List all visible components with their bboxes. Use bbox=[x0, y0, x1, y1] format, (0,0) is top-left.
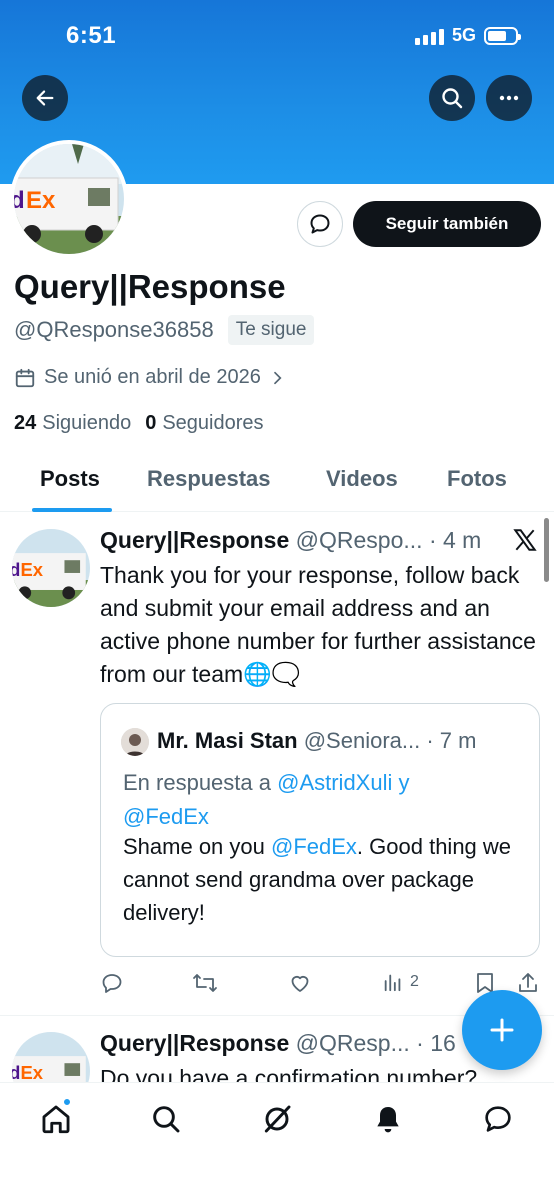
profile-avatar[interactable]: d Ex bbox=[10, 140, 128, 258]
quoted-post[interactable]: Mr. Masi Stan @Seniora... · 7 m En respu… bbox=[100, 703, 540, 957]
status-indicators: 5G bbox=[414, 25, 521, 46]
mention-link[interactable]: @FedEx bbox=[123, 804, 209, 829]
tab-videos[interactable]: Videos bbox=[326, 466, 398, 492]
tab-photos[interactable]: Fotos bbox=[447, 466, 507, 492]
quote-text: Shame on you @FedEx. Good thing we canno… bbox=[123, 830, 523, 929]
repost-icon bbox=[193, 974, 217, 992]
followers-link[interactable]: 0 Seguidores bbox=[145, 412, 263, 435]
views-count: 2 bbox=[410, 973, 419, 990]
post-actions: 2 bbox=[100, 971, 544, 999]
post-header: Query||Response @QResp... · 16 bbox=[100, 1030, 456, 1057]
post-meta: @QResp... · 16 bbox=[295, 1030, 456, 1056]
quote-text-start: Shame on you bbox=[123, 834, 265, 859]
network-label: 5G bbox=[451, 25, 476, 45]
follows-you-badge: Te sigue bbox=[227, 315, 315, 345]
handle-row: @QResponse36858 Te sigue bbox=[14, 315, 315, 345]
scrollbar[interactable] bbox=[544, 518, 549, 582]
followers-count: 0 bbox=[145, 412, 157, 434]
reply-context: En respuesta a @AstridXuli y @FedEx bbox=[123, 766, 523, 834]
joined-label: Se unió en abril de 2026 bbox=[44, 366, 261, 388]
svg-text:d: d bbox=[12, 1062, 20, 1083]
compose-button[interactable] bbox=[462, 990, 542, 1070]
like-button[interactable] bbox=[288, 971, 312, 995]
following-count: 24 bbox=[14, 412, 37, 434]
search-button[interactable] bbox=[429, 75, 475, 121]
avatar-image: d Ex bbox=[14, 144, 124, 254]
notification-dot bbox=[62, 1097, 72, 1107]
reply-prefix: En respuesta a bbox=[123, 770, 271, 795]
tab-replies[interactable]: Respuestas bbox=[147, 466, 271, 492]
battery-icon bbox=[484, 26, 521, 45]
post-author-name[interactable]: Query||Response bbox=[100, 527, 289, 553]
nav-messages[interactable] bbox=[478, 1099, 518, 1139]
status-time: 6:51 bbox=[66, 22, 117, 49]
profile-display-name: Query||Response bbox=[14, 268, 286, 305]
post-header: Query||Response @QRespo... · 4 m bbox=[100, 527, 481, 554]
views-button[interactable]: 2 bbox=[382, 971, 419, 993]
reply-button[interactable] bbox=[100, 971, 124, 995]
nav-notifications[interactable] bbox=[368, 1099, 408, 1139]
active-tab-indicator bbox=[32, 508, 112, 512]
calendar-icon bbox=[15, 368, 35, 387]
bottom-nav bbox=[0, 1082, 554, 1200]
views-icon bbox=[384, 974, 401, 992]
grok-icon bbox=[264, 1105, 291, 1133]
quote-author-name: Mr. Masi Stan bbox=[157, 728, 298, 753]
share-button[interactable] bbox=[516, 971, 540, 995]
quote-avatar bbox=[121, 728, 149, 756]
message-bubble-icon bbox=[310, 214, 330, 234]
post-avatar[interactable]: d Ex bbox=[12, 1032, 90, 1086]
more-button[interactable] bbox=[486, 75, 532, 121]
more-horizontal-icon bbox=[499, 95, 519, 101]
quote-meta: @Seniora... · 7 m bbox=[303, 728, 477, 753]
nav-home[interactable] bbox=[36, 1097, 76, 1139]
post-author-name[interactable]: Query||Response bbox=[100, 1030, 289, 1056]
tab-posts[interactable]: Posts bbox=[40, 466, 100, 492]
nav-grok[interactable] bbox=[257, 1099, 297, 1139]
nav-search[interactable] bbox=[146, 1099, 186, 1139]
post-text: Thank you for your response, follow back… bbox=[100, 562, 536, 687]
reply-icon bbox=[102, 974, 122, 993]
back-button[interactable] bbox=[22, 75, 68, 121]
profile-handle: @QResponse36858 bbox=[14, 317, 214, 342]
svg-text:Ex: Ex bbox=[21, 1062, 44, 1083]
post-meta: @QRespo... · 4 m bbox=[295, 527, 482, 553]
svg-text:Ex: Ex bbox=[21, 559, 44, 580]
post[interactable]: d Ex Query||Response @QRespo... · 4 m Th… bbox=[0, 513, 554, 1016]
profile-tabs: Posts Respuestas Videos Fotos bbox=[0, 452, 554, 512]
mention-link[interactable]: @FedEx bbox=[271, 834, 357, 859]
plus-icon bbox=[490, 1018, 514, 1042]
followers-label: Seguidores bbox=[162, 412, 264, 434]
post-avatar[interactable]: d Ex bbox=[12, 529, 90, 607]
search-icon bbox=[153, 1106, 180, 1133]
svg-text:d: d bbox=[12, 559, 20, 580]
x-logo-icon bbox=[513, 529, 537, 551]
home-icon bbox=[42, 1105, 70, 1134]
repost-button[interactable] bbox=[192, 971, 218, 995]
heart-icon bbox=[291, 975, 309, 992]
share-icon bbox=[519, 973, 537, 992]
reply-and: y bbox=[398, 770, 410, 795]
chevron-right-icon bbox=[274, 371, 282, 384]
bell-icon bbox=[377, 1107, 399, 1133]
mention-link[interactable]: @AstridXuli bbox=[277, 770, 392, 795]
avatar-image bbox=[121, 728, 149, 756]
messages-icon bbox=[485, 1106, 511, 1132]
search-icon bbox=[442, 88, 463, 109]
message-button[interactable] bbox=[297, 201, 343, 247]
following-label: Siguiendo bbox=[42, 412, 132, 434]
joined-date[interactable]: Se unió en abril de 2026 bbox=[14, 366, 285, 389]
arrow-left-icon bbox=[36, 90, 54, 106]
quote-header: Mr. Masi Stan @Seniora... · 7 m bbox=[157, 728, 476, 754]
svg-text:Ex: Ex bbox=[26, 187, 56, 214]
follow-counts: 24 Siguiendo 0 Seguidores bbox=[14, 412, 264, 435]
svg-text:d: d bbox=[14, 187, 25, 214]
avatar-image: d Ex bbox=[12, 529, 90, 607]
follow-back-button[interactable]: Seguir también bbox=[353, 201, 541, 247]
following-link[interactable]: 24 Siguiendo bbox=[14, 412, 131, 435]
avatar-image: d Ex bbox=[12, 1032, 90, 1086]
signal-icon bbox=[414, 27, 444, 45]
